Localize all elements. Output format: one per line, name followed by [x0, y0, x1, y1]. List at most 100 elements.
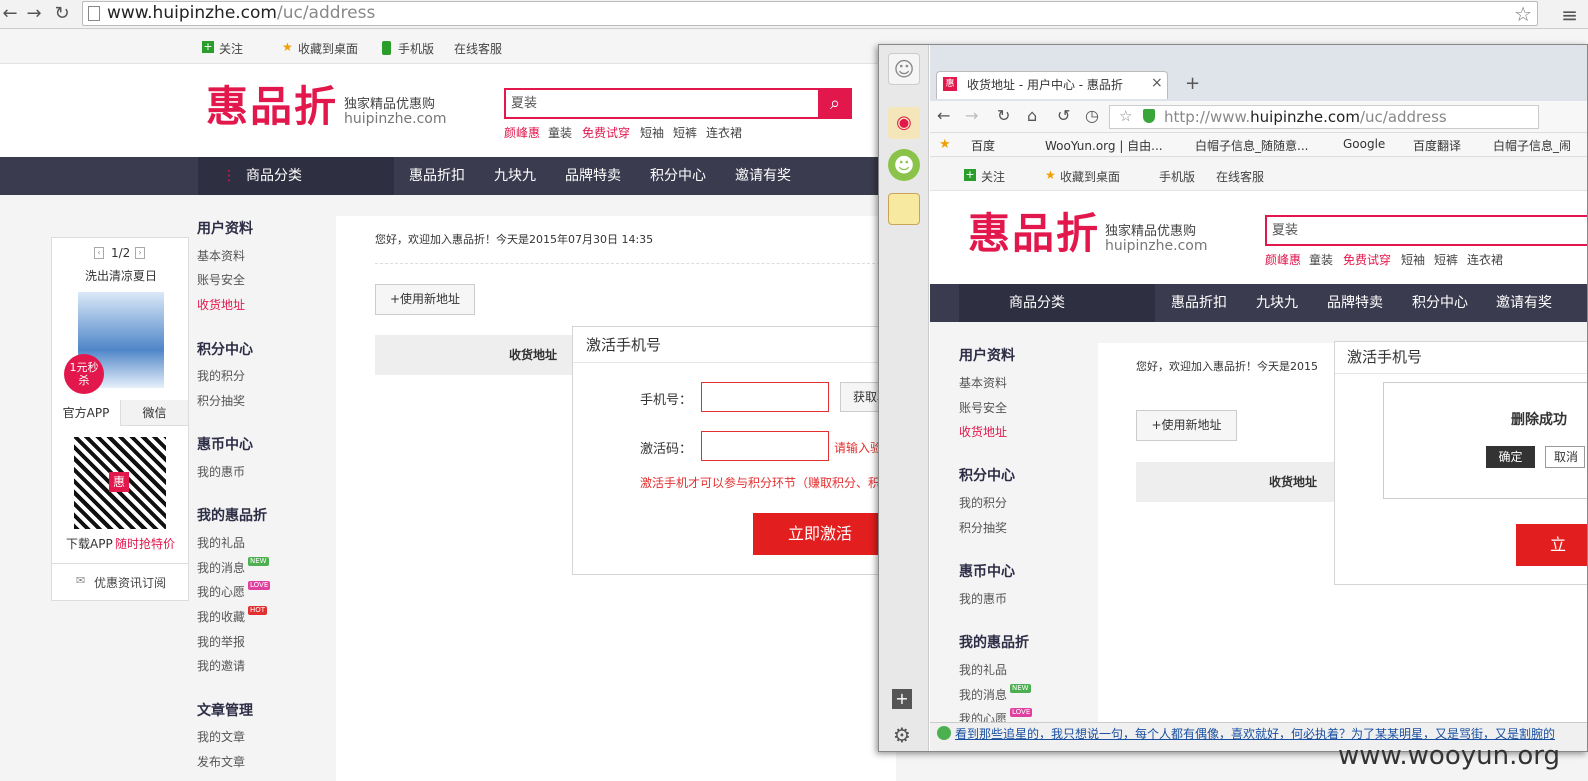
address-bar[interactable]: www.huipinzhe.com/uc/address: [82, 1, 1538, 26]
prev-icon[interactable]: ‹: [94, 247, 104, 259]
reload-icon[interactable]: ↻: [997, 106, 1010, 125]
undo-icon[interactable]: ↺: [1057, 106, 1070, 125]
status-ticker-link[interactable]: 看到那些追星的，我只想说一句，每个人都有偶像，喜欢就好，何必执着？为了某某明星，…: [955, 725, 1585, 742]
sidebar-item-my-points[interactable]: 我的积分: [959, 494, 1007, 511]
nav-item[interactable]: 积分中心: [650, 157, 706, 195]
sidebar-item-security[interactable]: 账号安全: [959, 399, 1007, 416]
sidebar-item-invites[interactable]: 我的邀请: [197, 657, 245, 674]
sidebar-item-my-articles[interactable]: 我的文章: [197, 728, 245, 745]
nav-item[interactable]: 惠品折扣: [1171, 284, 1227, 322]
add-icon[interactable]: +: [892, 689, 912, 709]
bookmark-star-icon[interactable]: ☆: [1514, 2, 1532, 26]
search-icon[interactable]: ⌕: [818, 88, 852, 119]
sidebar-item-address[interactable]: 收货地址: [197, 296, 245, 313]
sidebar-item-my-coins[interactable]: 我的惠币: [959, 590, 1007, 607]
nav-item[interactable]: 品牌特卖: [1327, 284, 1383, 322]
hot-word[interactable]: 童装: [548, 124, 572, 141]
new-address-button[interactable]: +使用新地址: [375, 284, 475, 315]
sidebar-item-my-points[interactable]: 我的积分: [197, 367, 245, 384]
sidebar-item-gifts[interactable]: 我的礼品: [959, 661, 1007, 678]
search-input[interactable]: 夏装: [1265, 215, 1587, 246]
follow-link[interactable]: 关注: [219, 40, 243, 57]
sidebar-item-messages[interactable]: 我的消息: [959, 686, 1007, 703]
menu-icon[interactable]: ≡: [1561, 3, 1578, 27]
tab-weixin[interactable]: 微信: [120, 400, 188, 426]
tab-app[interactable]: 官方APP: [52, 400, 120, 426]
bookmark-item[interactable]: 百度翻译: [1413, 137, 1461, 154]
gear-icon[interactable]: ⚙: [893, 723, 911, 747]
sidebar-item-my-coins[interactable]: 我的惠币: [197, 463, 245, 480]
site-logo[interactable]: 惠品折: [206, 82, 338, 132]
hot-word[interactable]: 连衣裙: [706, 124, 742, 141]
service-link[interactable]: 在线客服: [1216, 168, 1264, 185]
bookmark-item[interactable]: 白帽子信息_随随意...: [1195, 137, 1308, 154]
hot-word[interactable]: 短袖: [640, 124, 664, 141]
close-tab-icon[interactable]: ×: [1151, 75, 1163, 91]
bookmark-item[interactable]: WooYun.org | 自由...: [1045, 137, 1163, 154]
nav-item[interactable]: 九块九: [494, 157, 536, 195]
fav-link[interactable]: 收藏到桌面: [298, 40, 358, 57]
hot-word[interactable]: 连衣裙: [1467, 251, 1503, 268]
history-icon[interactable]: ◷: [1085, 106, 1099, 125]
phone-input[interactable]: [701, 382, 829, 412]
next-icon[interactable]: ›: [135, 247, 145, 259]
smiley-icon[interactable]: ☺: [888, 53, 920, 85]
fav-link[interactable]: 收藏到桌面: [1060, 168, 1120, 185]
sidebar-item-reports[interactable]: 我的举报: [197, 633, 245, 650]
sidebar-item-security[interactable]: 账号安全: [197, 271, 245, 288]
nav-item[interactable]: 惠品折扣: [409, 157, 465, 195]
new-address-button[interactable]: +使用新地址: [1136, 410, 1237, 441]
weibo-icon[interactable]: ◉: [888, 107, 920, 139]
nav-item[interactable]: 积分中心: [1412, 284, 1468, 322]
search-input[interactable]: 夏装: [504, 88, 820, 119]
nav-item[interactable]: 品牌特卖: [565, 157, 621, 195]
nav-item[interactable]: 邀请有奖: [1496, 284, 1552, 322]
mobile-link[interactable]: 手机版: [398, 40, 434, 57]
bookmark-item[interactable]: 白帽子信息_闹: [1493, 137, 1571, 154]
code-input[interactable]: [701, 431, 829, 461]
hot-word[interactable]: 颜峰惠: [504, 124, 540, 141]
hot-word[interactable]: 颜峰惠: [1265, 251, 1301, 268]
hot-word[interactable]: 免费试穿: [582, 124, 630, 141]
follow-link[interactable]: 关注: [981, 168, 1005, 185]
bookmark-item[interactable]: Google: [1343, 137, 1385, 151]
hot-word[interactable]: 短裤: [1434, 251, 1458, 268]
forward-icon[interactable]: →: [965, 106, 978, 125]
sidebar-item-messages[interactable]: 我的消息: [197, 559, 245, 576]
home-icon[interactable]: ⌂: [1027, 106, 1037, 125]
star-icon[interactable]: ☆: [1119, 107, 1132, 125]
sidebar-item-wishes[interactable]: 我的心愿: [197, 583, 245, 600]
ok-button[interactable]: 确定: [1486, 446, 1535, 468]
sidebar-item-profile[interactable]: 基本资料: [959, 374, 1007, 391]
address-bar[interactable]: http://www.huipinzhe.com/uc/address: [1109, 105, 1539, 129]
download-red-text[interactable]: 随时抢特价: [115, 535, 175, 552]
nav-item[interactable]: 邀请有奖: [735, 157, 791, 195]
hot-word[interactable]: 免费试穿: [1343, 251, 1391, 268]
sidebar-item-gifts[interactable]: 我的礼品: [197, 534, 245, 551]
sidebar-item-lottery[interactable]: 积分抽奖: [959, 519, 1007, 536]
sidebar-item-lottery[interactable]: 积分抽奖: [197, 392, 245, 409]
emoji-icon[interactable]: ☻: [888, 149, 920, 181]
reload-icon[interactable]: ↻: [52, 4, 72, 24]
notes-icon[interactable]: [888, 193, 920, 225]
sidebar-item-publish[interactable]: 发布文章: [197, 753, 245, 770]
tab-address[interactable]: 收货地址 - 用户中心 - 惠品折: [936, 71, 1168, 99]
nav-item[interactable]: 九块九: [1256, 284, 1298, 322]
sidebar-item-address[interactable]: 收货地址: [959, 423, 1007, 440]
site-logo[interactable]: 惠品折: [968, 209, 1100, 259]
cancel-button[interactable]: 取消: [1545, 446, 1585, 468]
mobile-link[interactable]: 手机版: [1159, 168, 1195, 185]
new-tab-icon[interactable]: +: [1185, 73, 1200, 94]
sidebar-item-profile[interactable]: 基本资料: [197, 247, 245, 264]
bookmark-item[interactable]: 百度: [971, 137, 995, 154]
forward-icon[interactable]: →: [24, 4, 44, 24]
activate-button[interactable]: 立即激活: [753, 513, 887, 555]
hot-word[interactable]: 童装: [1309, 251, 1333, 268]
back-icon[interactable]: ←: [937, 106, 950, 125]
service-link[interactable]: 在线客服: [454, 40, 502, 57]
sidebar-item-favorites[interactable]: 我的收藏: [197, 608, 245, 625]
category-menu[interactable]: 商品分类: [959, 284, 1155, 322]
subscribe-link[interactable]: 优惠资讯订阅: [94, 574, 166, 591]
back-icon[interactable]: ←: [0, 4, 20, 24]
activate-button[interactable]: 立: [1516, 524, 1587, 566]
